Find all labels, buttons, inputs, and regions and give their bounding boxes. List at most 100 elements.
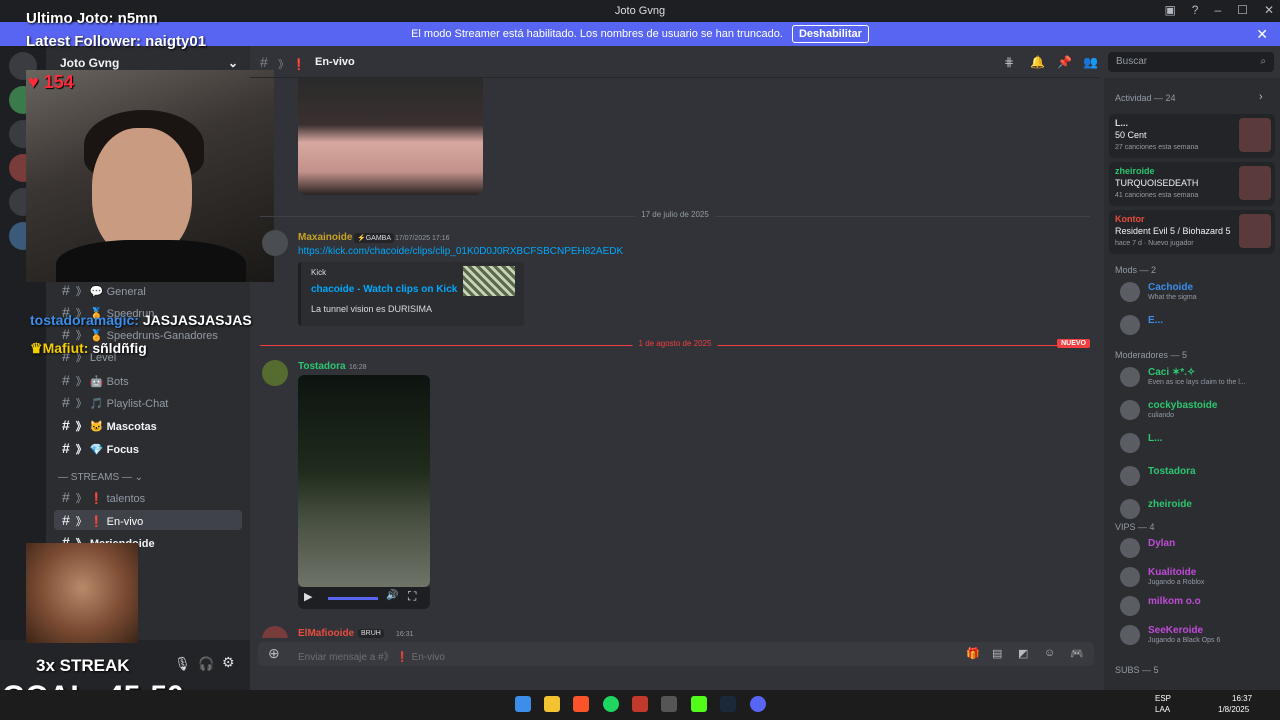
message-author[interactable]: Maxainoide <box>298 232 352 243</box>
member-item[interactable]: Dylan <box>1120 538 1276 560</box>
kick-icon[interactable] <box>691 696 707 712</box>
app-icon[interactable] <box>632 696 648 712</box>
progress-bar[interactable] <box>328 597 378 600</box>
channel-emoji: ❗ <box>89 516 104 528</box>
avatar <box>1120 400 1140 420</box>
brave-browser-icon[interactable] <box>573 696 589 712</box>
channel-item[interactable]: # 》 🎵 Playlist-Chat <box>54 392 242 412</box>
channel-item[interactable]: # 》 ❗ talentos <box>54 487 242 507</box>
bell-icon[interactable]: 🔔 <box>1030 55 1045 69</box>
category-streams[interactable]: — STREAMS — ⌄ <box>58 472 143 483</box>
member-item[interactable]: cockybastoide culiando <box>1120 400 1276 422</box>
member-item[interactable]: Kualitoide Jugando a Roblox <box>1120 567 1276 589</box>
member-item[interactable]: Tostadora <box>1120 466 1276 488</box>
members-icon[interactable]: 👥 <box>1083 55 1098 69</box>
member-name: zheiroide <box>1148 499 1192 510</box>
emoji-icon[interactable]: ☺ <box>1044 647 1055 659</box>
chevron-right-icon[interactable]: › <box>1259 91 1263 103</box>
avatar <box>1120 315 1140 335</box>
avatar <box>1120 538 1140 558</box>
channel-item[interactable]: # 》 ❗ En-vivo <box>54 510 242 530</box>
member-item[interactable]: zheiroide <box>1120 499 1276 521</box>
minimize-icon[interactable]: – <box>1214 3 1221 17</box>
channel-emoji: 🐱 <box>89 421 104 433</box>
play-icon[interactable]: ▶ <box>304 590 312 603</box>
avatar <box>1120 466 1140 486</box>
pig-image[interactable] <box>298 78 483 195</box>
activity-title: 50 Cent <box>1115 130 1147 140</box>
avatar <box>1120 367 1140 387</box>
message-author[interactable]: ElMafiooide <box>298 628 354 638</box>
member-item[interactable]: L... <box>1120 433 1276 455</box>
pin-icon[interactable]: 📌 <box>1057 55 1072 69</box>
sticker-icon[interactable]: ◩ <box>1018 647 1028 660</box>
close-banner-icon[interactable]: ✕ <box>1256 22 1268 46</box>
member-name: Tostadora <box>1148 466 1196 477</box>
steam-icon[interactable] <box>720 696 736 712</box>
maximize-icon[interactable]: ☐ <box>1237 3 1248 17</box>
headphones-icon[interactable]: 🎧 <box>198 656 214 672</box>
search-input[interactable]: Buscar ⌕ <box>1108 52 1274 72</box>
file-explorer-icon[interactable] <box>544 696 560 712</box>
activity-card[interactable]: zheiroide TURQUOISEDEATH 41 canciones esta… <box>1109 162 1275 206</box>
channel-item[interactable]: # 》 💎 Focus <box>54 438 242 458</box>
fullscreen-icon[interactable]: ⛶ <box>408 589 416 604</box>
channel-label: Mascotas <box>106 421 157 433</box>
channel-item[interactable]: # 》 💬 General <box>54 280 242 300</box>
gift-icon[interactable]: 🎁 <box>966 647 980 660</box>
spotify-icon[interactable] <box>603 696 619 712</box>
member-item[interactable]: Cachoide What the sigma <box>1120 282 1276 304</box>
add-attachment-icon[interactable]: ⊕ <box>268 645 280 662</box>
discord-icon[interactable] <box>750 696 766 712</box>
activity-card[interactable]: Kontor Resident Evil 5 / Biohazard 5 hace … <box>1109 210 1275 254</box>
chevron-down-icon: ⌄ <box>227 56 238 70</box>
video-player[interactable]: ▶ 🔊 ⛶ <box>298 375 430 609</box>
help-icon[interactable]: ? <box>1192 3 1199 17</box>
close-window-icon[interactable]: ✕ <box>1264 3 1274 17</box>
avatar[interactable] <box>262 360 288 386</box>
channel-emoji: ❗ <box>89 493 104 505</box>
crown-icon: ♛ <box>30 340 43 356</box>
gif-icon[interactable]: ▤ <box>992 647 1002 660</box>
avatar <box>1120 499 1140 519</box>
clock-time[interactable]: 16:37 <box>1232 694 1252 703</box>
apps-icon[interactable]: 🎮 <box>1070 647 1084 660</box>
windows-start-icon[interactable] <box>515 696 531 712</box>
avatar[interactable] <box>262 626 288 638</box>
hash-icon: # <box>62 372 70 388</box>
message-input[interactable]: ⊕ Enviar mensaje a #》 ❗ En-vivo 🎁 ▤ ◩ ☺ … <box>258 642 1094 666</box>
new-badge: NUEVO <box>1057 339 1090 348</box>
last-joto-text: Ultimo Joto: n5mn <box>26 10 158 27</box>
channel-item[interactable]: # 》 🤖 Bots <box>54 370 242 390</box>
message-link[interactable]: https://kick.com/chacoide/clips/clip_01K… <box>298 246 623 257</box>
avatar <box>1120 433 1140 453</box>
activity-thumbnail <box>1239 214 1271 248</box>
settings-icon[interactable]: ⚙ <box>222 654 235 671</box>
member-status: Jugando a Roblox <box>1148 579 1205 586</box>
message-author[interactable]: Tostadora <box>298 361 346 372</box>
channel-item[interactable]: # 》 🐱 Mascotas <box>54 415 242 435</box>
activity-user: zheiroide <box>1115 166 1155 176</box>
avatar[interactable] <box>262 230 288 256</box>
embed-title[interactable]: chacoide - Watch clips on Kick <box>311 284 457 295</box>
obs-icon[interactable] <box>661 696 677 712</box>
member-item[interactable]: milkom o.o <box>1120 596 1276 618</box>
disable-button[interactable]: Deshabilitar <box>791 25 869 43</box>
threads-icon[interactable]: ⋕ <box>1004 55 1014 69</box>
member-item[interactable]: Caci ✶*.✧ Even as ice lays claim to the l… <box>1120 367 1276 389</box>
embed-thumbnail[interactable] <box>463 266 515 296</box>
language-indicator[interactable]: ESP <box>1155 694 1171 703</box>
clock-date[interactable]: 1/8/2025 <box>1218 705 1249 714</box>
member-status: Even as ice lays claim to the l... <box>1148 379 1246 386</box>
member-item[interactable]: E... <box>1120 315 1276 337</box>
activity-subtitle: 41 canciones esta semana <box>1115 192 1199 199</box>
banner-text: El modo Streamer está habilitado. Los no… <box>411 28 783 40</box>
microphone-icon[interactable]: 🎙 <box>174 656 191 672</box>
inbox-icon[interactable]: ▣ <box>1164 3 1175 17</box>
volume-icon[interactable]: 🔊 <box>386 590 398 601</box>
member-name: L... <box>1148 433 1163 444</box>
heart-count: ♥ 154 <box>28 72 74 92</box>
member-item[interactable]: SeeKeroide Jugando a Black Ops 6 <box>1120 625 1276 647</box>
activity-card[interactable]: L... 50 Cent 27 canciones esta semana <box>1109 114 1275 158</box>
timestamp: 16:28 <box>349 364 367 371</box>
